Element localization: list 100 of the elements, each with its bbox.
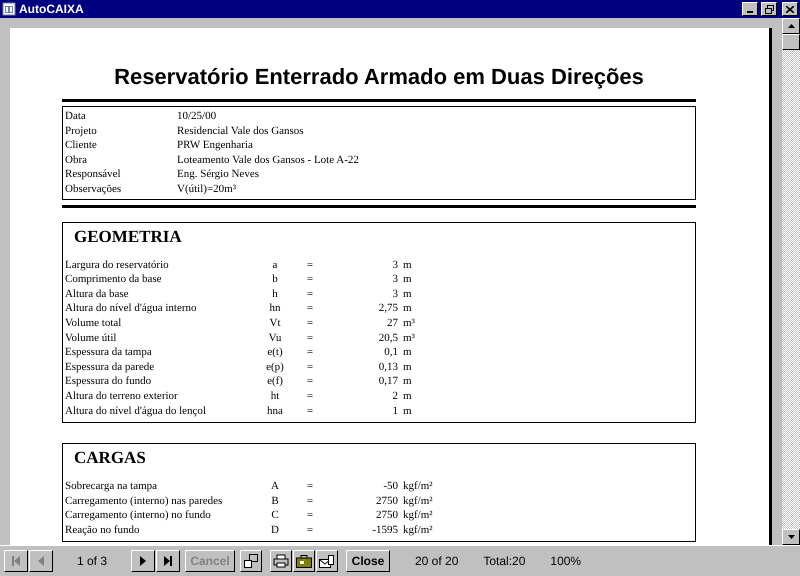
symbol-text: hna (266, 404, 284, 418)
symbol-text: h (271, 286, 279, 302)
scroll-thumb[interactable] (782, 34, 800, 50)
last-page-button[interactable] (156, 550, 180, 572)
value-text: 3 (392, 272, 398, 287)
value-text: 3 (392, 258, 398, 272)
parameter-label: Espessura do fundo (65, 374, 152, 389)
symbol-text: ht (270, 388, 280, 404)
restore-button[interactable] (761, 2, 777, 16)
equals-sign: = (306, 286, 314, 302)
field-value: 10/25/00 (177, 109, 216, 124)
equals-sign: = (306, 388, 314, 404)
parameter-label: Sobrecarga na tampa (65, 479, 158, 494)
up-arrow-icon (788, 24, 794, 28)
symbol-text: Vt (268, 316, 282, 331)
unit-text: m (403, 286, 412, 302)
scroll-up-button[interactable] (782, 18, 800, 34)
value-text: 2750 (375, 494, 398, 508)
value-text: -50 (382, 479, 398, 494)
symbol-text: e(p) (265, 360, 285, 374)
unit-text: kgf/m² (403, 479, 433, 494)
close-icon (786, 6, 794, 12)
field-label: Projeto (65, 124, 98, 138)
parameter-label: Comprimento da base (65, 272, 163, 287)
symbol-text: e(f) (266, 374, 284, 389)
unit-text: m (403, 374, 412, 389)
field-label: Responsável (65, 167, 122, 182)
app-icon (2, 2, 16, 16)
report-title: Reservatório Enterrado Armado em Duas Direções (113, 63, 645, 91)
field-label: Obra (65, 152, 88, 168)
scroll-down-button[interactable] (782, 529, 800, 545)
field-value: V(útil)=20m³ (177, 182, 236, 197)
minimize-icon (747, 11, 753, 13)
unit-text: m (403, 345, 412, 360)
equals-sign: = (306, 316, 314, 331)
equals-sign: = (306, 330, 314, 346)
equals-sign: = (306, 301, 314, 316)
unit-text: m³ (403, 330, 415, 346)
symbol-text: e(t) (266, 345, 284, 360)
symbol-text: a (272, 258, 278, 272)
unit-text: kgf/m² (403, 494, 433, 508)
zoom-level: 100% (550, 553, 582, 570)
equals-sign: = (306, 258, 314, 272)
parameter-label: Volume útil (65, 330, 118, 346)
value-text: 0,1 (383, 345, 398, 360)
equals-sign: = (306, 272, 314, 287)
value-text: 3 (392, 286, 398, 302)
envelope-icon (319, 554, 335, 568)
unit-text: kgf/m² (403, 508, 433, 523)
unit-text: m³ (403, 316, 415, 331)
parameter-label: Volume total (65, 316, 122, 331)
printer-icon (273, 554, 289, 568)
minimize-button[interactable] (742, 2, 758, 16)
parameter-label: Espessura da tampa (65, 345, 153, 360)
field-label: Data (65, 109, 87, 124)
unit-text: m (403, 272, 412, 287)
value-text: 2 (392, 388, 398, 404)
value-text: 0,17 (378, 374, 398, 389)
unit-text: m (403, 388, 412, 404)
field-value: Loteamento Vale dos Gansos - Lote A-22 (177, 152, 359, 168)
parameter-label: Espessura da parede (65, 360, 156, 374)
unit-text: m (403, 404, 412, 418)
down-arrow-icon (788, 535, 794, 539)
next-page-button[interactable] (131, 550, 155, 572)
export-button[interactable] (293, 550, 315, 572)
value-text: 1 (392, 404, 398, 418)
mail-button[interactable] (316, 550, 338, 572)
close-button[interactable] (782, 2, 798, 16)
equals-sign: = (306, 479, 314, 494)
total-count: Total:20 (483, 553, 526, 570)
equals-sign: = (306, 494, 314, 508)
value-text: 27 (386, 316, 398, 331)
vertical-scrollbar[interactable] (782, 18, 800, 545)
unit-text: m (403, 360, 412, 374)
unit-text: m (403, 258, 412, 272)
value-text: 2750 (375, 508, 398, 523)
symbol-text: B (270, 494, 280, 508)
symbol-text: D (270, 522, 280, 538)
parameter-label: Largura do reservatório (65, 258, 170, 272)
symbol-text: Vu (268, 330, 282, 346)
parameter-label: Altura do nível d'água do lençol (65, 404, 207, 418)
symbol-text: A (270, 479, 280, 494)
value-text: 2,75 (378, 301, 398, 316)
equals-sign: = (306, 345, 314, 360)
unit-text: m (403, 301, 412, 316)
print-button[interactable] (270, 550, 292, 572)
parameter-label: Carregamento (interno) nas paredes (65, 494, 224, 508)
field-value: PRW Engenharia (177, 138, 253, 153)
parameter-label: Reação no fundo (65, 522, 141, 538)
equals-sign: = (306, 404, 314, 418)
last-page-icon (162, 555, 174, 567)
first-page-icon (10, 555, 22, 567)
zoom-button[interactable] (240, 550, 262, 572)
record-count: 20 of 20 (415, 553, 458, 570)
value-text: -1595 (371, 522, 398, 538)
unit-text: kgf/m² (403, 522, 433, 538)
close-report-button[interactable]: Close (346, 550, 390, 572)
section-heading: GEOMETRIA (74, 226, 183, 247)
parameter-label: Altura do nível d'água interno (65, 301, 198, 316)
equals-sign: = (306, 374, 314, 389)
